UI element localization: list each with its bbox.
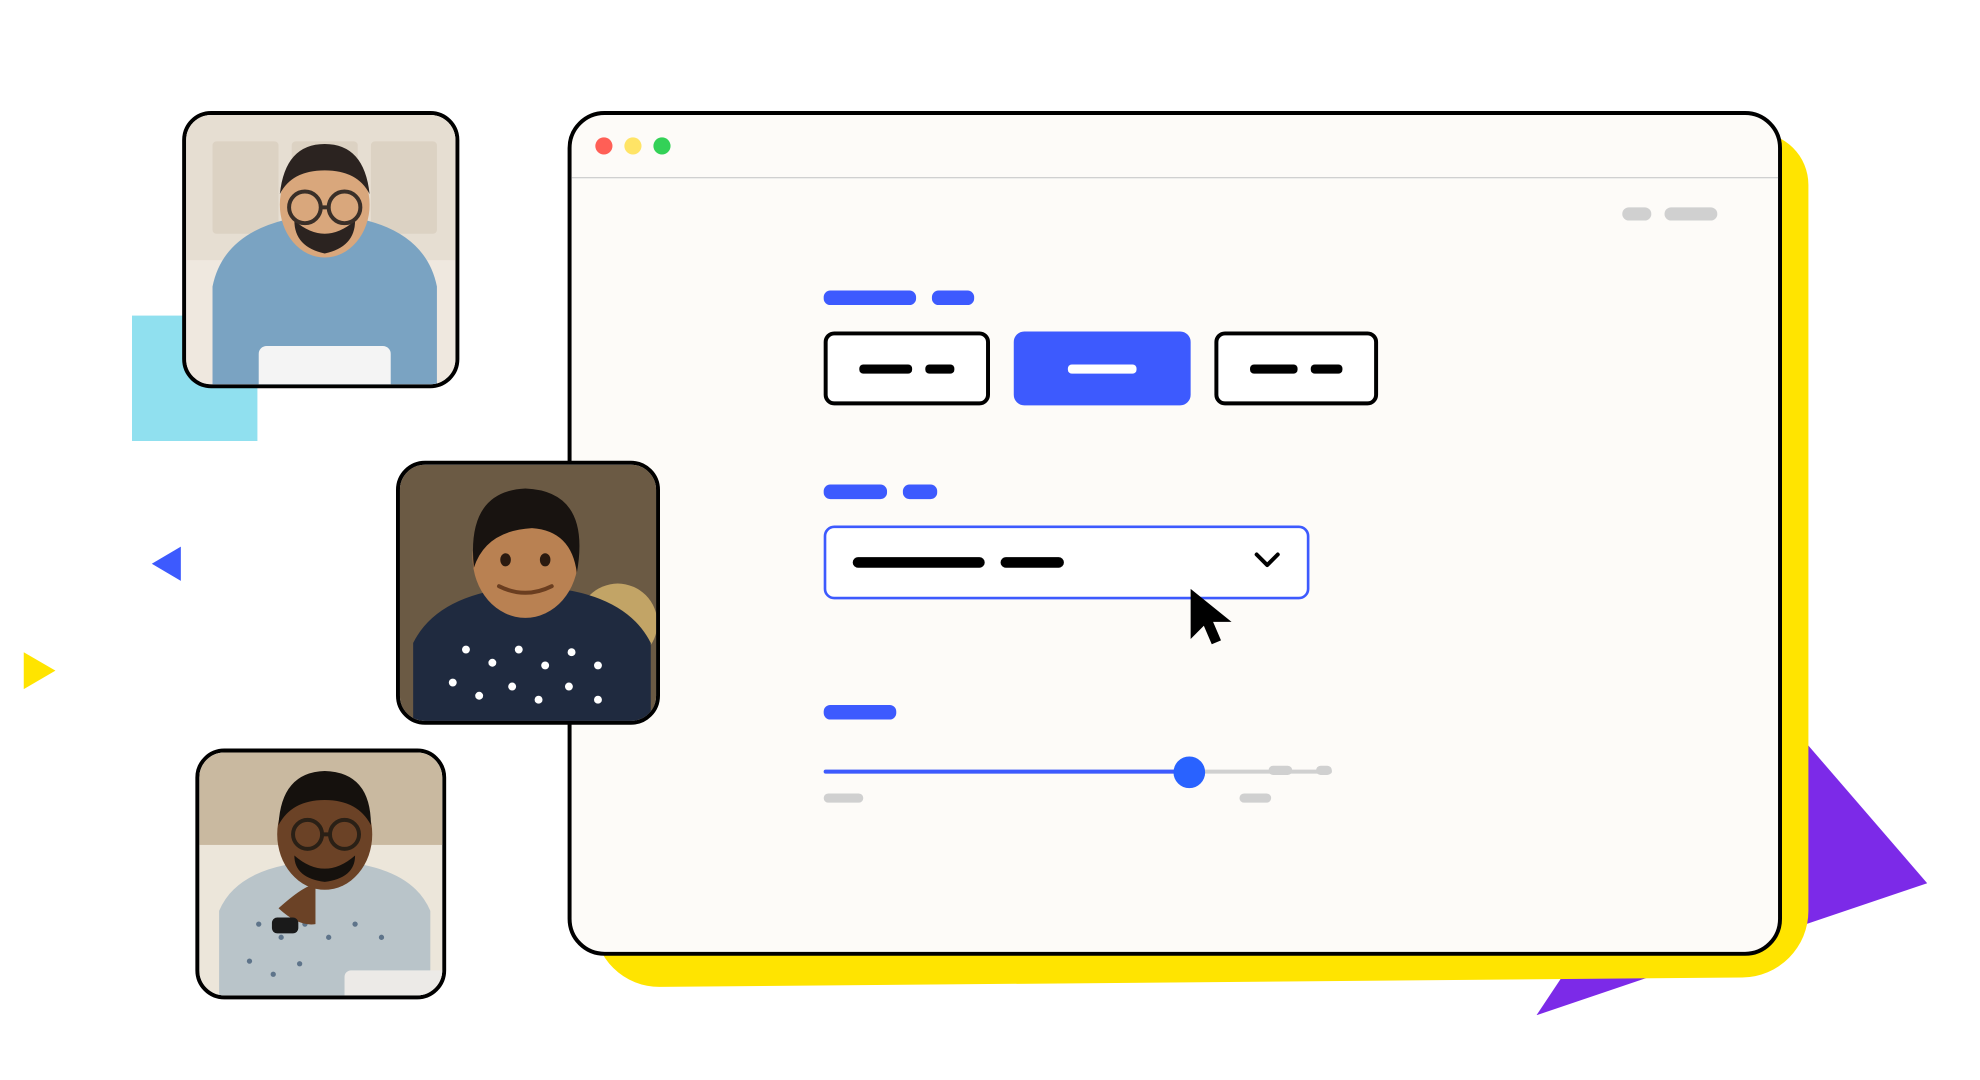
avatar-user-2	[396, 461, 660, 725]
section-label	[824, 705, 1718, 720]
avatar-user-1	[182, 111, 459, 388]
window-minimize-button[interactable]	[624, 137, 641, 154]
chevron-down-icon	[1254, 551, 1280, 575]
tab-option-1[interactable]	[824, 331, 990, 405]
slider-min-label	[824, 793, 864, 802]
slider-max-label	[1239, 793, 1271, 802]
avatar-user-3	[195, 749, 446, 1000]
slider-handle[interactable]	[1174, 756, 1206, 788]
decoration-yellow-triangle	[24, 652, 56, 689]
window-close-button[interactable]	[595, 137, 612, 154]
section-label	[824, 485, 1718, 500]
app-window	[568, 111, 1782, 956]
slider-tick	[1269, 766, 1293, 775]
tab-option-2[interactable]	[1014, 331, 1191, 405]
decoration-blue-triangle	[152, 547, 181, 581]
window-maximize-button[interactable]	[653, 137, 670, 154]
tab-option-3[interactable]	[1214, 331, 1378, 405]
section-label	[824, 291, 1718, 306]
slider-tick	[1316, 766, 1332, 775]
header-pill	[1622, 207, 1651, 220]
tab-group	[824, 331, 1718, 405]
header-actions	[1622, 207, 1717, 220]
window-titlebar	[572, 115, 1778, 178]
header-pill	[1665, 207, 1718, 220]
slider[interactable]	[824, 754, 1332, 794]
cursor-icon	[1187, 586, 1240, 656]
